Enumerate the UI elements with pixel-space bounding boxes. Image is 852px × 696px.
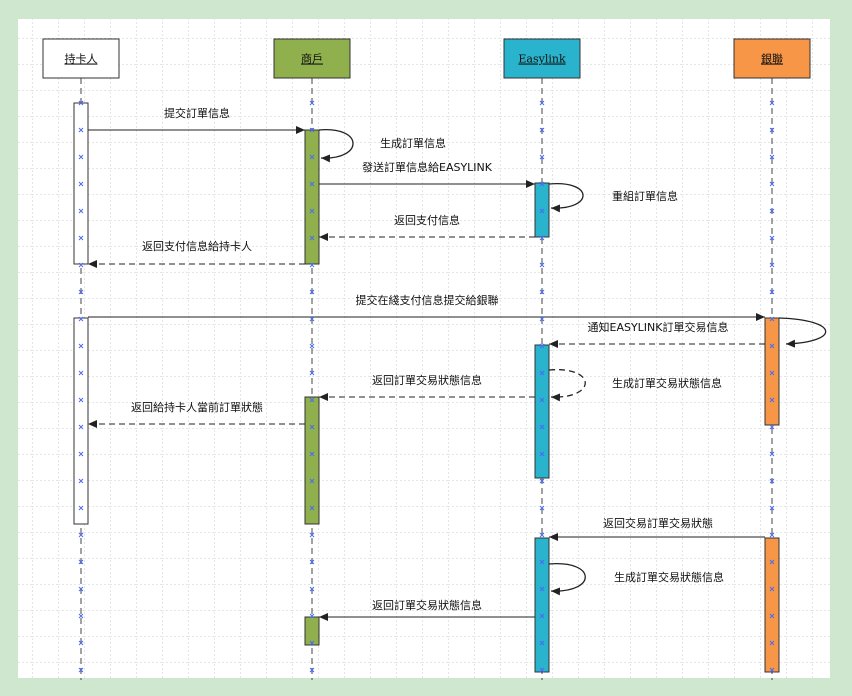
message-label: 生成訂單交易狀態信息 (614, 570, 724, 584)
activation-bar-easylink (534, 182, 550, 238)
message-label: 返回支付信息 (394, 213, 460, 227)
activation-bar-easylink (534, 537, 550, 673)
message-label: 提交訂單信息 (164, 106, 230, 120)
message-label: 生成訂單交易狀態信息 (612, 376, 722, 390)
message-label: 返回支付信息給持卡人 (142, 239, 252, 253)
activation-bar-unionpay (764, 537, 780, 673)
participant-label-merchant: 商戶 (301, 52, 323, 66)
message-label: 返回訂單交易狀態信息 (372, 373, 482, 387)
activation-bar-cardholder (73, 317, 89, 525)
message-label: 通知EASYLINK訂單交易信息 (588, 320, 729, 334)
participant-label-easylink: Easylink (518, 53, 566, 66)
activation-bar-merchant (304, 616, 320, 646)
sequence-diagram: 持卡人 商戶 Easylink 銀聯 提交訂單信息生成訂單信息發送訂單信息給EASYL… (18, 19, 830, 680)
participant-label-cardholder: 持卡人 (65, 52, 98, 66)
message-label: 提交在綫支付信息提交給銀聯 (356, 293, 499, 307)
activation-bar-easylink (534, 344, 550, 479)
message-label: 重組訂單信息 (612, 189, 678, 203)
message-label: 返回交易訂單交易狀態 (603, 516, 713, 530)
participant-label-unionpay: 銀聯 (761, 52, 783, 66)
activation-bar-merchant (304, 396, 320, 525)
message-label: 生成訂單信息 (380, 136, 446, 150)
message-label: 發送訂單信息給EASYLINK (362, 160, 493, 174)
message-label: 返回給持卡人當前訂單狀態 (131, 400, 263, 414)
activation-bar-unionpay (764, 317, 780, 426)
activation-bar-merchant (304, 129, 320, 265)
message-label: 返回訂單交易狀態信息 (372, 598, 482, 612)
